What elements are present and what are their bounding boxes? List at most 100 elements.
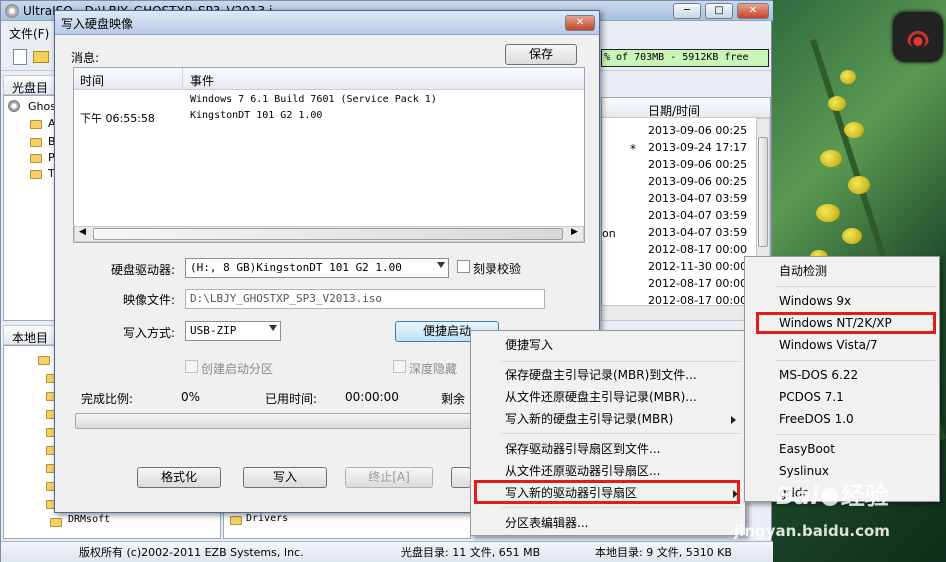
drive-select[interactable]: (H:, 8 GB)KingstonDT 101 G2 1.00 [185, 258, 449, 278]
maximize-button[interactable]: □ [705, 3, 733, 19]
list-item[interactable]: 2012-08-17 00:00 [648, 241, 747, 258]
dialog-title: 写入硬盘映像 [61, 17, 134, 31]
folder-icon [30, 154, 42, 163]
tree-item[interactable]: DRMsoft [68, 514, 110, 525]
image-file-field[interactable]: D:\LBJY_GHOSTXP_SP3_V2013.iso [185, 289, 545, 309]
verify-checkbox[interactable] [457, 260, 470, 273]
date-header: 日期/时间 [648, 104, 701, 118]
log-event-2: KingstonDT 101 G2 1.00 [190, 110, 323, 121]
baidu-watermark: Bai 经验 [776, 476, 889, 511]
local-dir-header: 本地目 [3, 325, 55, 345]
messages-label: 消息: [71, 51, 100, 65]
submenu-item-vista[interactable]: Windows Vista/7 [745, 334, 878, 356]
menu-item-save-mbr[interactable]: 保存硬盘主引导记录(MBR)到文件... [471, 364, 697, 386]
menu-item-save-boot-sector[interactable]: 保存驱动器引导扇区到文件... [471, 438, 660, 460]
capacity-text: % of 703MB - 5912KB free [604, 52, 749, 63]
close-button[interactable]: ✕ [737, 3, 769, 19]
drive-label: 硬盘驱动器: [111, 263, 176, 277]
scroll-left-icon[interactable]: ◀ [79, 227, 86, 237]
menu-item-partition-editor[interactable]: 分区表编辑器... [471, 512, 588, 534]
submenu-item-auto-detect[interactable]: 自动检测 [745, 260, 827, 282]
list-item[interactable]: 2013-04-07 03:59 [648, 207, 747, 224]
menu-item-quick-write[interactable]: 便捷写入 [471, 334, 553, 356]
network-gadget[interactable] [893, 12, 943, 62]
app-icon [5, 4, 19, 18]
scrollbar-thumb[interactable] [93, 228, 563, 240]
deep-hide-label: 深度隐藏 [409, 362, 458, 376]
scrollbar-thumb[interactable] [758, 137, 768, 247]
col-event: 事件 [190, 74, 215, 88]
submenu-item-msdos[interactable]: MS-DOS 6.22 [745, 364, 858, 386]
watermark-brand: Bai [776, 482, 819, 510]
log-horizontal-scrollbar[interactable]: ◀ ▶ [74, 226, 584, 242]
tree-root[interactable]: Ghos [28, 100, 56, 113]
menu-separator [775, 360, 935, 361]
submenu-item-freedos[interactable]: FreeDOS 1.0 [745, 408, 854, 430]
list-item[interactable]: 2013-09-06 00:25 [648, 173, 747, 190]
highlight-winnt [756, 312, 936, 334]
list-item[interactable]: 2013-04-07 03:59 [648, 224, 747, 241]
list-item[interactable]: 2013-09-06 00:25 [648, 122, 747, 139]
local-dir-label: 本地目 [12, 331, 49, 345]
write-method-select[interactable]: USB-ZIP [185, 321, 281, 341]
date-list: 2013-09-06 00:25 2013-09-24 17:17 2013-0… [648, 122, 747, 309]
highlight-write-boot-sector [474, 480, 740, 504]
submenu-arrow-icon [731, 416, 736, 424]
write-method-label: 写入方式: [123, 326, 176, 340]
log-header: 时间 事件 [74, 68, 584, 90]
stop-button[interactable]: 终止[A] [345, 467, 433, 488]
drive-value: (H:, 8 GB)KingstonDT 101 G2 1.00 [190, 261, 402, 274]
watermark-suffix: 经验 [840, 482, 889, 510]
menu-file[interactable]: 文件(F) [9, 25, 49, 42]
list-item[interactable]: Drivers [246, 513, 288, 524]
submenu-item-easyboot[interactable]: EasyBoot [745, 438, 835, 460]
log-event-1: Windows 7 6.1 Build 7601 (Service Pack 1… [190, 94, 437, 105]
menu-separator [501, 507, 741, 508]
submenu-item-pcdos[interactable]: PCDOS 7.1 [745, 386, 844, 408]
folder-icon [230, 516, 242, 525]
menu-item-write-mbr[interactable]: 写入新的硬盘主引导记录(MBR) [471, 408, 673, 430]
list-item[interactable]: 2013-04-07 03:59 [648, 190, 747, 207]
quick-boot-menu: 便捷写入 保存硬盘主引导记录(MBR)到文件... 从文件还原硬盘主引导记录(M… [470, 330, 746, 536]
boot-sector-submenu: 自动检测 Windows 9x Windows NT/2K/XP Windows… [744, 256, 940, 502]
progress-value: 0% [181, 390, 201, 404]
date-column-header[interactable]: 日期/时间 [602, 98, 770, 118]
chevron-down-icon [269, 325, 277, 331]
list-item[interactable]: 2013-09-06 00:25 [648, 156, 747, 173]
elapsed-label: 已用时间: [265, 392, 318, 406]
log-time: 下午 06:55:58 [80, 112, 155, 125]
disc-icon [8, 100, 20, 112]
dialog-titlebar: 写入硬盘映像 ✕ [55, 11, 599, 35]
cd-dir-status: 光盘目录: 11 文件, 651 MB [401, 546, 541, 559]
watermark-url: jingyan.baidu.com [734, 522, 890, 540]
open-icon[interactable] [33, 51, 49, 63]
write-button[interactable]: 写入 [243, 467, 327, 488]
remaining-label: 剩余 [441, 392, 466, 406]
folder-icon [30, 170, 42, 179]
list-item[interactable]: 2012-08-17 00:00 [648, 275, 747, 292]
menu-item-restore-boot-sector[interactable]: 从文件还原驱动器引导扇区... [471, 460, 660, 482]
new-icon[interactable] [13, 49, 27, 65]
format-button[interactable]: 格式化 [137, 467, 221, 488]
return-button[interactable] [451, 467, 471, 488]
folder-icon [30, 138, 42, 147]
write-method-value: USB-ZIP [190, 324, 237, 337]
deep-hide-checkbox[interactable] [393, 360, 406, 373]
menu-item-restore-mbr[interactable]: 从文件还原硬盘主引导记录(MBR)... [471, 386, 697, 408]
minimize-button[interactable]: ─ [673, 3, 701, 19]
save-button[interactable]: 保存 [505, 44, 577, 65]
submenu-item-win9x[interactable]: Windows 9x [745, 290, 851, 312]
scroll-right-icon[interactable]: ▶ [571, 227, 578, 237]
list-item[interactable]: 2013-09-24 17:17 [648, 139, 747, 156]
name-fragment: on [602, 227, 616, 240]
create-partition-checkbox[interactable] [185, 360, 198, 373]
cd-dir-header: 光盘目录 [3, 75, 55, 112]
capacity-bar: % of 703MB - 5912KB free [601, 49, 769, 67]
verify-label: 刻录校验 [473, 262, 522, 276]
dialog-close-button[interactable]: ✕ [565, 15, 595, 31]
image-file-value: D:\LBJY_GHOSTXP_SP3_V2013.iso [190, 292, 383, 305]
cd-dir-tree: Ghos A B P T [3, 95, 56, 321]
column-divider[interactable] [182, 68, 183, 90]
menu-separator [501, 361, 741, 362]
list-item[interactable]: 2012-11-30 00:00 [648, 258, 747, 275]
